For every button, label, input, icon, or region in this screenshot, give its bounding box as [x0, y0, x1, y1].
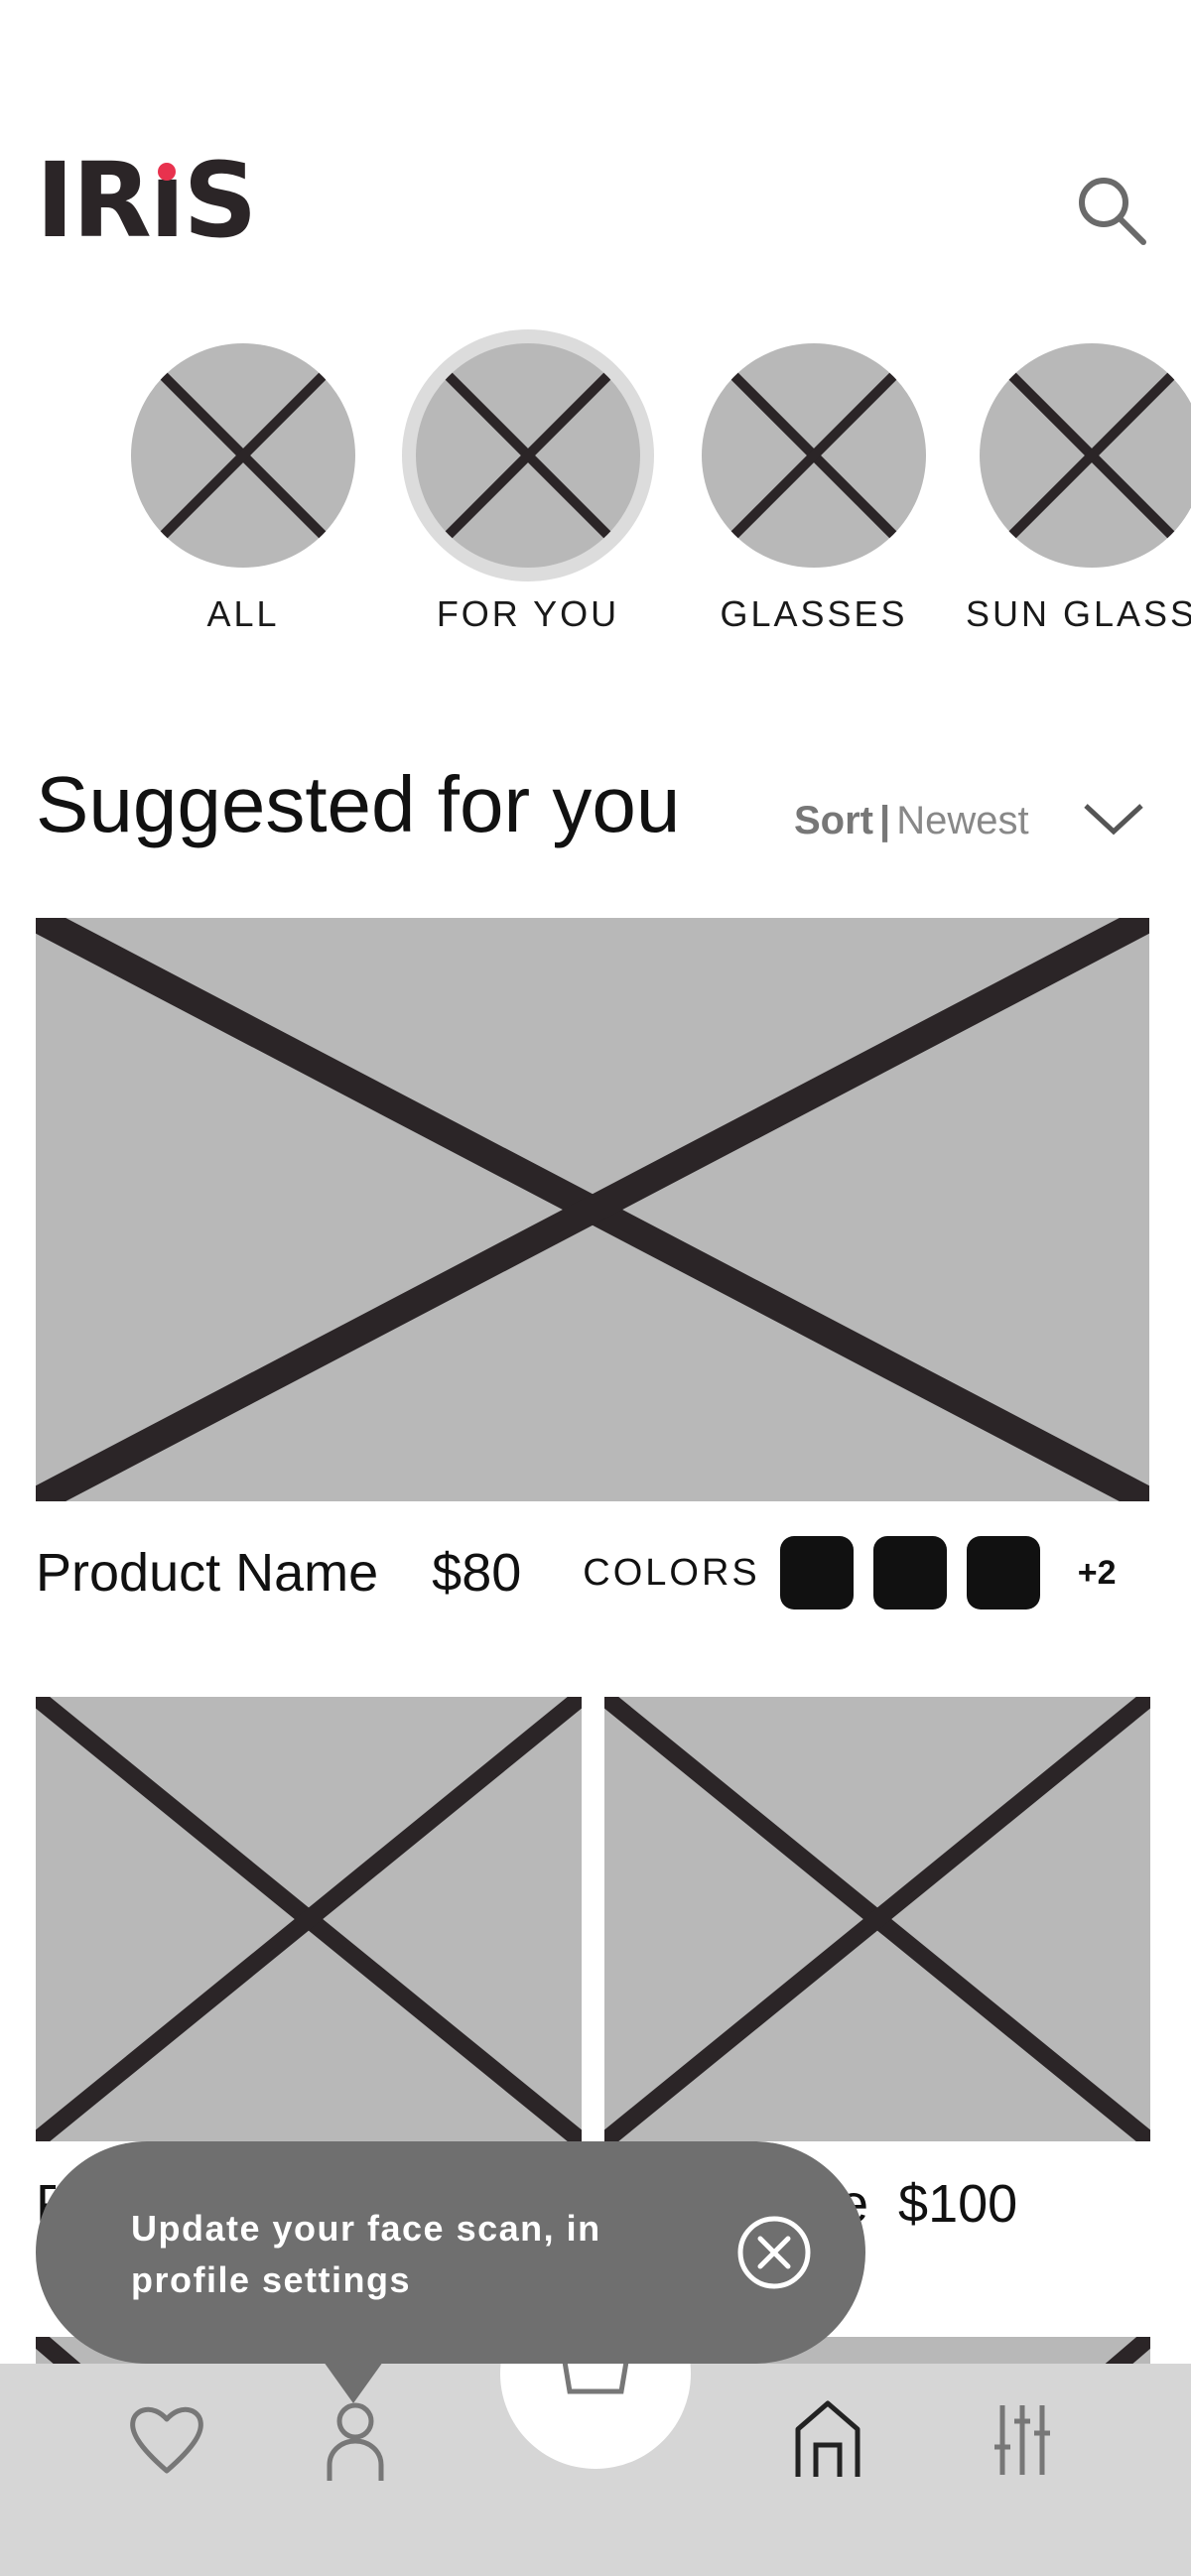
app-screen: IRıS ALL FOR YOU GLASSES SUN GLASS Sugge… — [0, 0, 1191, 2576]
colors-label: COLORS — [583, 1551, 760, 1594]
category-label: FOR YOU — [436, 593, 620, 634]
profile-icon[interactable] — [324, 2399, 387, 2483]
grid-product-image[interactable] — [604, 1697, 1150, 2141]
color-swatch[interactable] — [966, 1536, 1040, 1610]
category-sun-glass[interactable]: SUN GLASS — [958, 329, 1191, 635]
toast-message: Update your face scan, in profile settin… — [131, 2208, 601, 2300]
category-image — [416, 343, 640, 568]
section-title: Suggested for you — [36, 760, 681, 848]
sort-divider: | — [879, 799, 891, 842]
app-logo: IRıS — [36, 140, 257, 261]
search-icon — [1079, 178, 1146, 245]
search-button[interactable] — [1072, 171, 1151, 250]
selected-ring — [402, 329, 654, 581]
chevron-down-icon[interactable] — [1082, 802, 1145, 837]
heart-icon[interactable] — [127, 2401, 206, 2477]
featured-product-info: Product Name $80 COLORS +2 — [36, 1533, 1157, 1612]
category-image — [702, 343, 926, 568]
more-colors[interactable]: +2 — [1078, 1554, 1117, 1593]
category-for-you[interactable]: FOR YOU — [394, 329, 662, 635]
product-price: $80 — [432, 1543, 522, 1603]
face-scan-toast: Update your face scan, in profile settin… — [36, 2141, 865, 2364]
grid-product-price: $100 — [898, 2174, 1018, 2234]
toast-pointer — [324, 2362, 383, 2403]
grid-product-image[interactable] — [36, 1697, 582, 2141]
home-icon[interactable] — [794, 2399, 861, 2479]
sort-value: Newest — [896, 799, 1029, 842]
category-label: SUN GLASS — [966, 593, 1191, 634]
color-swatch[interactable] — [872, 1536, 947, 1610]
product-name[interactable]: Product Name — [36, 1542, 378, 1604]
filter-icon[interactable] — [992, 2401, 1052, 2477]
featured-product-image[interactable] — [36, 918, 1149, 1501]
category-all[interactable]: ALL — [109, 329, 377, 635]
color-swatch[interactable] — [779, 1536, 854, 1610]
category-image — [131, 343, 355, 568]
close-circle-icon[interactable] — [734, 2213, 814, 2292]
sort-label: Sort — [794, 799, 873, 842]
category-label: ALL — [206, 593, 280, 634]
sort-control[interactable]: Sort | Newest — [794, 799, 1029, 843]
category-glasses[interactable]: GLASSES — [680, 329, 948, 635]
category-image — [980, 343, 1191, 568]
category-label: GLASSES — [720, 593, 908, 634]
